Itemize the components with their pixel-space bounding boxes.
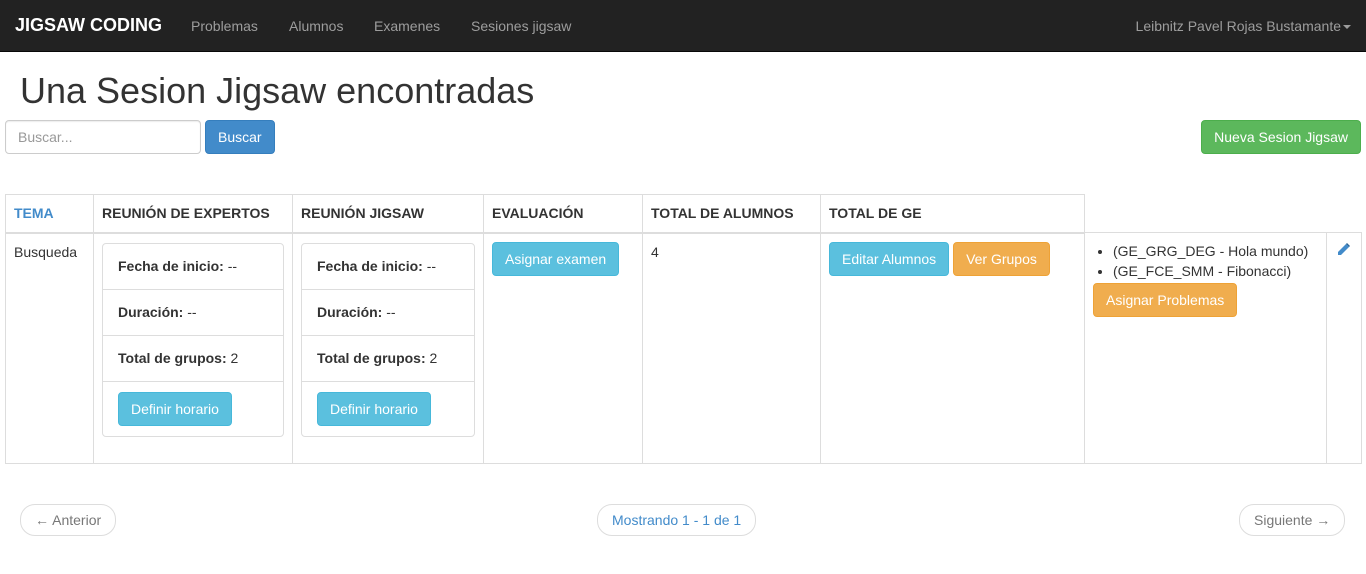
ver-grupos-button[interactable]: Ver Grupos bbox=[953, 241, 1050, 276]
expertos-fecha: Fecha de inicio: -- bbox=[103, 244, 283, 290]
new-session-button[interactable]: Nueva Sesion Jigsaw bbox=[1201, 120, 1361, 154]
expertos-duracion: Duración: -- bbox=[103, 290, 283, 336]
fecha-label: Fecha de inicio: bbox=[317, 257, 423, 274]
cell-tema: Busqueda bbox=[5, 232, 94, 464]
duracion-value: -- bbox=[386, 303, 396, 320]
header-reunion-expertos: REUNIÓN DE EXPERTOS bbox=[93, 194, 293, 234]
list-item: (GE_FCE_SMM - Fibonacci) bbox=[1113, 261, 1318, 281]
table-header-row: TEMA REUNIÓN DE EXPERTOS REUNIÓN JIGSAW … bbox=[5, 194, 1362, 234]
jigsaw-fecha: Fecha de inicio: -- bbox=[302, 244, 474, 290]
top-navbar: JIGSAW CODING Problemas Alumnos Examenes… bbox=[0, 0, 1366, 52]
fecha-value: -- bbox=[227, 257, 238, 274]
nav-link-alumnos[interactable]: Alumnos bbox=[289, 17, 343, 35]
sessions-table: TEMA REUNIÓN DE EXPERTOS REUNIÓN JIGSAW … bbox=[5, 194, 1362, 464]
cell-reunion-expertos: Fecha de inicio: -- Duración: -- Total d… bbox=[93, 232, 293, 464]
cell-reunion-jigsaw: Fecha de inicio: -- Duración: -- Total d… bbox=[292, 232, 484, 464]
nav-link-problemas[interactable]: Problemas bbox=[191, 17, 258, 35]
ge-list: (GE_GRG_DEG - Hola mundo) (GE_FCE_SMM - … bbox=[1093, 241, 1318, 281]
user-menu[interactable]: Leibnitz Pavel Rojas Bustamante bbox=[1136, 17, 1351, 35]
definir-horario-jigsaw-button[interactable]: Definir horario bbox=[317, 391, 431, 426]
grupos-value: 2 bbox=[429, 349, 438, 366]
header-total-alumnos: TOTAL DE ALUMNOS bbox=[642, 194, 821, 234]
cell-ge-list: (GE_GRG_DEG - Hola mundo) (GE_FCE_SMM - … bbox=[1084, 232, 1327, 464]
fecha-label: Fecha de inicio: bbox=[118, 257, 224, 274]
header-spacer bbox=[1085, 195, 1327, 233]
next-page-button[interactable]: Siguiente → bbox=[1239, 504, 1346, 536]
cell-edit bbox=[1326, 232, 1362, 464]
table-row: Busqueda Fecha de inicio: -- Duración: -… bbox=[5, 232, 1362, 464]
editar-alumnos-button[interactable]: Editar Alumnos bbox=[829, 241, 950, 276]
definir-horario-expertos-button[interactable]: Definir horario bbox=[118, 391, 232, 426]
jigsaw-duracion: Duración: -- bbox=[302, 290, 474, 336]
cell-total-ge: Editar Alumnos Ver Grupos bbox=[820, 232, 1085, 464]
jigsaw-footer: Definir horario bbox=[302, 382, 474, 436]
header-total-ge: TOTAL DE GE bbox=[820, 194, 1085, 234]
duracion-label: Duración: bbox=[118, 303, 184, 320]
cell-total-alumnos: 4 bbox=[642, 232, 821, 464]
pagination-status: Mostrando 1 - 1 de 1 bbox=[597, 504, 757, 536]
search-button[interactable]: Buscar bbox=[205, 120, 275, 154]
fecha-value: -- bbox=[426, 257, 437, 274]
grupos-label: Total de grupos: bbox=[317, 349, 426, 366]
expertos-footer: Definir horario bbox=[103, 382, 283, 436]
jigsaw-grupos: Total de grupos: 2 bbox=[302, 336, 474, 382]
duracion-value: -- bbox=[187, 303, 197, 320]
jigsaw-panel: Fecha de inicio: -- Duración: -- Total d… bbox=[301, 242, 475, 437]
nav-link-examenes[interactable]: Examenes bbox=[374, 17, 440, 35]
grupos-label: Total de grupos: bbox=[118, 349, 227, 366]
expertos-grupos: Total de grupos: 2 bbox=[103, 336, 283, 382]
brand-logo[interactable]: JIGSAW CODING bbox=[15, 15, 162, 36]
search-input[interactable] bbox=[5, 120, 201, 154]
grupos-value: 2 bbox=[230, 349, 239, 366]
pencil-icon[interactable] bbox=[1336, 242, 1350, 262]
asignar-examen-button[interactable]: Asignar examen bbox=[492, 241, 620, 276]
header-evaluacion: EVALUACIÓN bbox=[483, 194, 643, 234]
prev-page-button[interactable]: ← Anterior bbox=[20, 504, 117, 536]
duracion-label: Duración: bbox=[317, 303, 383, 320]
header-tema[interactable]: TEMA bbox=[5, 194, 94, 234]
nav-link-sesiones-jigsaw[interactable]: Sesiones jigsaw bbox=[471, 17, 571, 35]
caret-down-icon bbox=[1343, 25, 1351, 30]
list-item: (GE_GRG_DEG - Hola mundo) bbox=[1113, 241, 1318, 261]
user-name: Leibnitz Pavel Rojas Bustamante bbox=[1135, 18, 1341, 34]
expertos-panel: Fecha de inicio: -- Duración: -- Total d… bbox=[102, 242, 284, 437]
page-title: Una Sesion Jigsaw encontradas bbox=[20, 70, 535, 111]
header-reunion-jigsaw: REUNIÓN JIGSAW bbox=[292, 194, 484, 234]
cell-evaluacion: Asignar examen bbox=[483, 232, 643, 464]
asignar-problemas-button[interactable]: Asignar Problemas bbox=[1093, 283, 1238, 317]
header-spacer bbox=[1327, 195, 1362, 233]
